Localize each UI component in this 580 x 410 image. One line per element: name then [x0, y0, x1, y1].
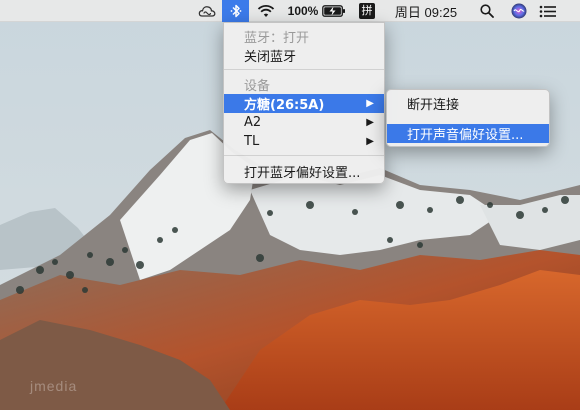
device-submenu: 断开连接 打开声音偏好设置... — [386, 89, 550, 147]
menu-bar: 100% 拼 周日 09:25 — [0, 0, 580, 22]
device-item-a2[interactable]: A2 ▶ — [224, 113, 384, 132]
bluetooth-menu: 蓝牙：打开 关闭蓝牙 设备 方糖(26:5A) ▶ A2 ▶ TL ▶ 打开蓝牙… — [223, 22, 385, 184]
watermark-text: jmedia — [30, 378, 78, 394]
input-method-glyph: 拼 — [359, 3, 375, 19]
device-item-tl[interactable]: TL ▶ — [224, 132, 384, 151]
submenu-arrow-icon: ▶ — [366, 117, 374, 128]
battery-charging-icon[interactable] — [321, 0, 347, 22]
open-sound-preferences-item[interactable]: 打开声音偏好设置... — [387, 124, 549, 143]
bluetooth-icon[interactable] — [222, 0, 249, 22]
menu-separator — [224, 69, 384, 70]
notification-center-icon[interactable] — [536, 0, 560, 22]
siri-icon[interactable] — [508, 0, 530, 22]
spotlight-search-icon[interactable] — [476, 0, 498, 22]
bluetooth-status-label: 蓝牙：打开 — [244, 31, 310, 46]
device-label: A2 — [244, 115, 262, 130]
creative-cloud-icon[interactable] — [196, 0, 218, 22]
input-method-icon[interactable]: 拼 — [357, 0, 377, 22]
menubar-clock[interactable]: 周日 09:25 — [387, 0, 465, 22]
device-item-fangtang[interactable]: 方糖(26:5A) ▶ — [224, 94, 384, 113]
devices-header: 设备 — [244, 79, 271, 94]
disconnect-item[interactable]: 断开连接 — [387, 94, 549, 113]
turn-off-bluetooth-item[interactable]: 关闭蓝牙 — [224, 46, 384, 65]
battery-percent[interactable]: 100% — [284, 0, 322, 22]
submenu-arrow-icon: ▶ — [366, 136, 374, 147]
submenu-arrow-icon: ▶ — [366, 98, 374, 109]
wifi-icon[interactable] — [254, 0, 278, 22]
device-label: TL — [244, 134, 260, 149]
device-label: 方糖(26:5A) — [244, 98, 325, 113]
menu-separator — [224, 155, 384, 156]
open-bluetooth-preferences-item[interactable]: 打开蓝牙偏好设置... — [224, 162, 384, 181]
